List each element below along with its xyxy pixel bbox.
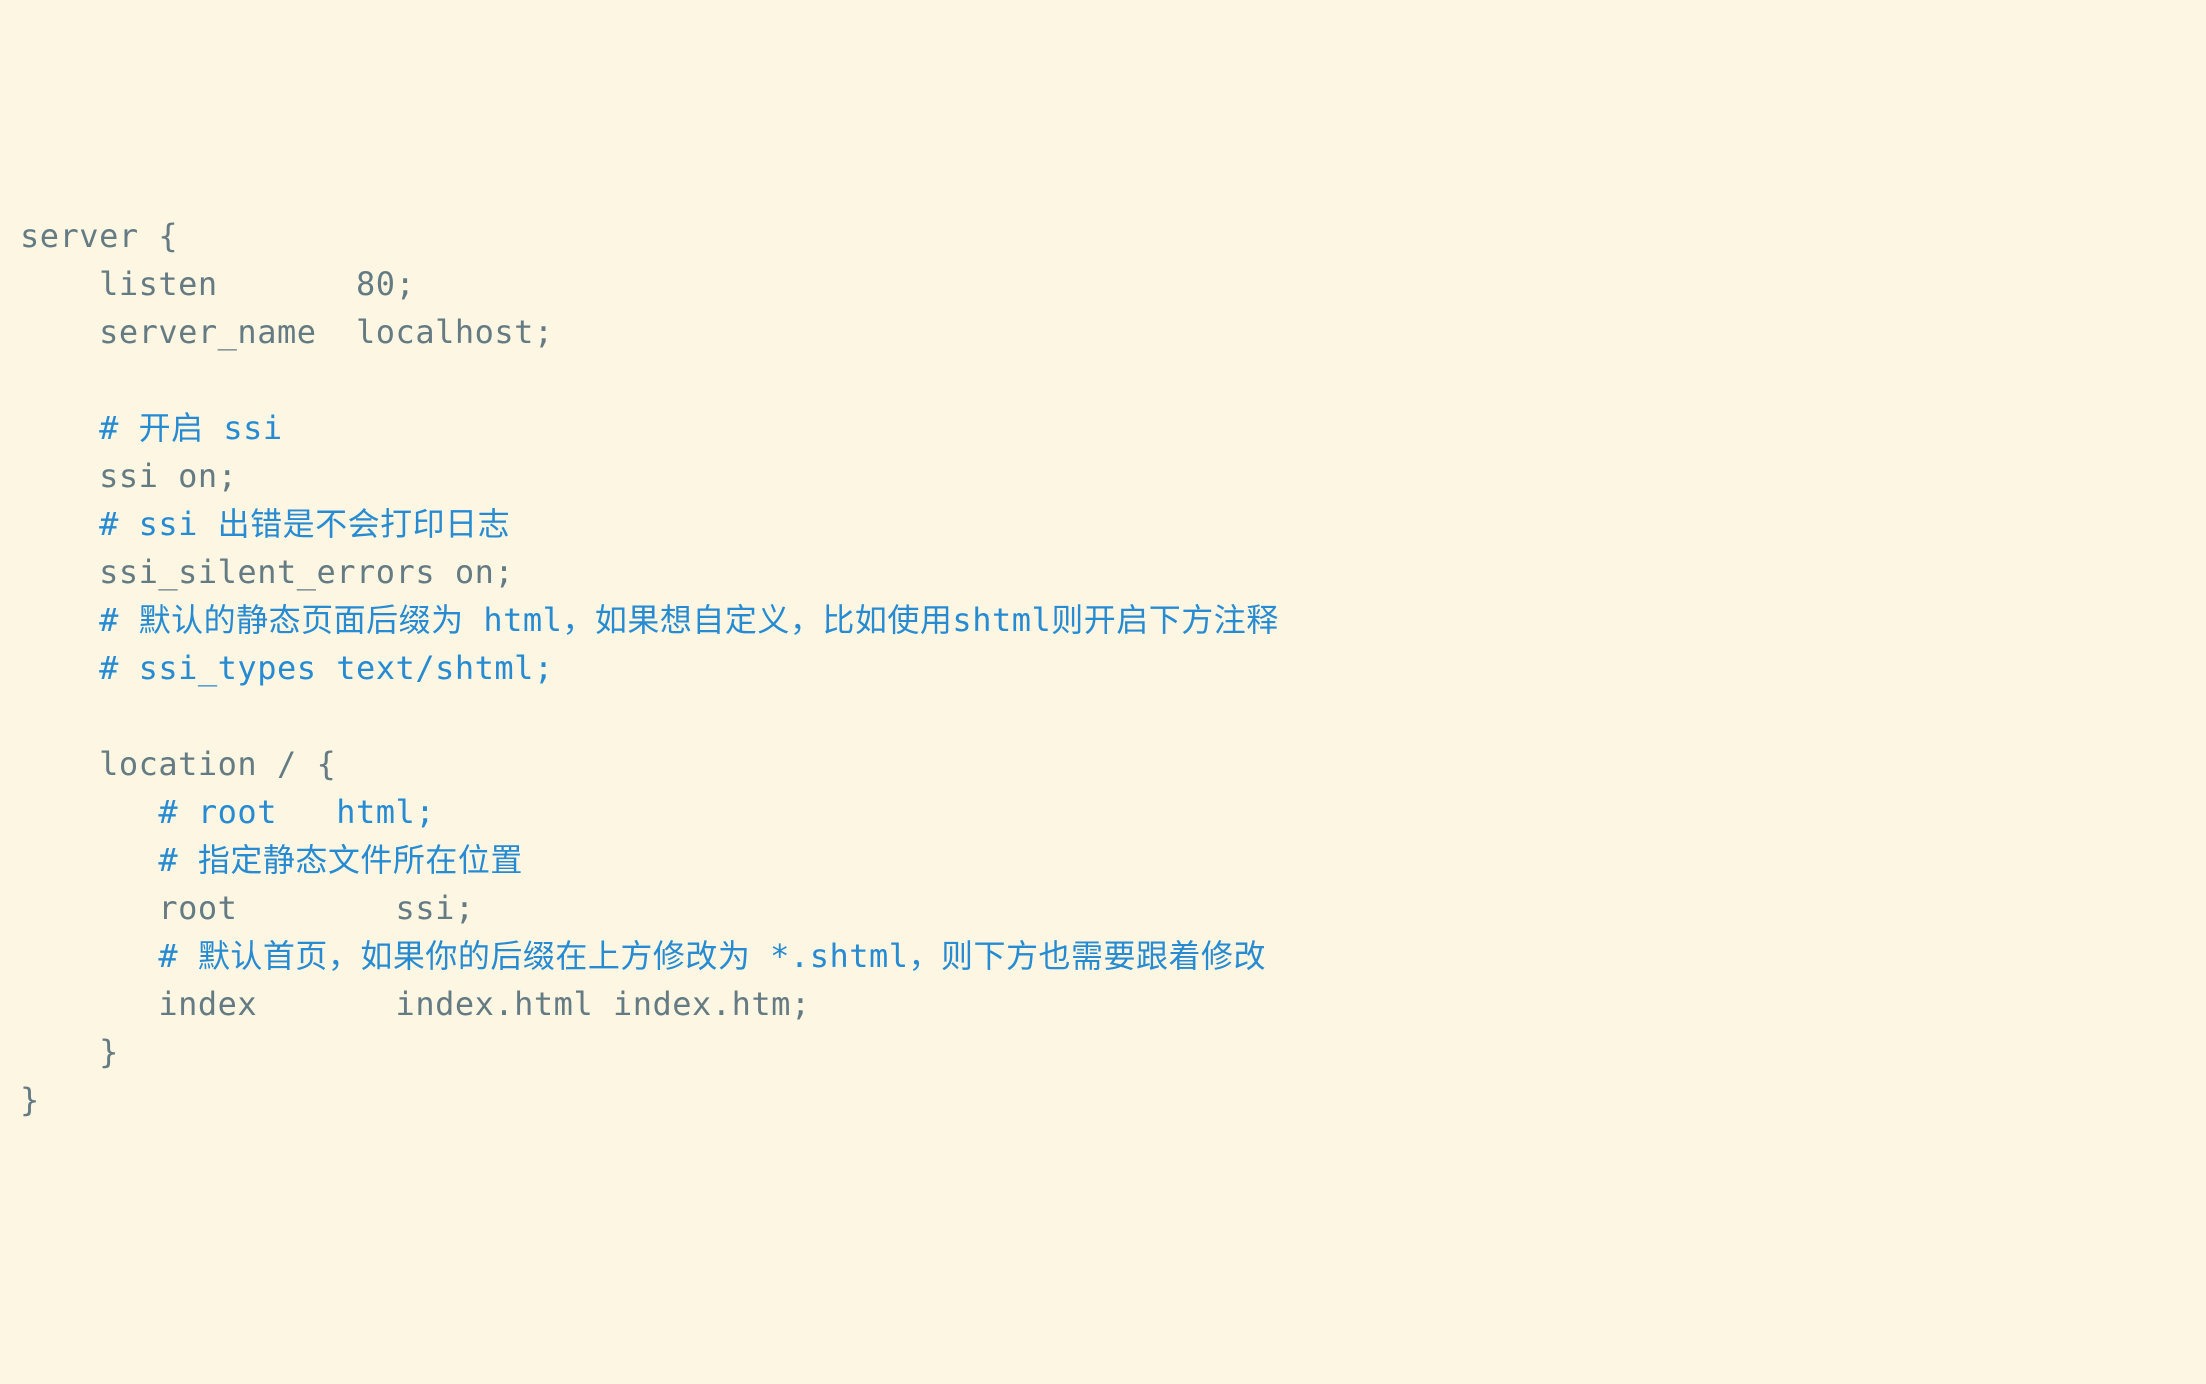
code-text: ssi_silent_errors on;: [20, 553, 514, 591]
code-line: # ssi_types text/shtml;: [20, 644, 2186, 692]
code-line: ssi on;: [20, 452, 2186, 500]
code-line: }: [20, 1076, 2186, 1124]
code-line: server_name localhost;: [20, 308, 2186, 356]
code-text: index index.html index.htm;: [20, 985, 811, 1023]
code-text: [20, 793, 158, 831]
code-text: listen 80;: [20, 265, 415, 303]
code-text: server_name localhost;: [20, 313, 554, 351]
code-line: location / {: [20, 740, 2186, 788]
code-line: ssi_silent_errors on;: [20, 548, 2186, 596]
code-line: # ssi 出错是不会打印日志: [20, 500, 2186, 548]
code-comment: # 指定静态文件所在位置: [158, 841, 523, 879]
code-text: ssi on;: [20, 457, 237, 495]
code-text: [20, 601, 99, 639]
code-text: [20, 505, 99, 543]
code-text: [20, 409, 99, 447]
code-text: root ssi;: [20, 889, 475, 927]
code-line: [20, 356, 2186, 404]
code-text: }: [20, 1033, 119, 1071]
code-comment: # ssi 出错是不会打印日志: [99, 505, 510, 543]
code-comment: # 默认首页，如果你的后缀在上方修改为 *.shtml，则下方也需要跟着修改: [158, 937, 1266, 975]
code-comment: # ssi_types text/shtml;: [99, 649, 554, 687]
code-comment: # 开启 ssi: [99, 409, 283, 447]
code-line: # 开启 ssi: [20, 404, 2186, 452]
code-line: # 默认的静态页面后缀为 html，如果想自定义，比如使用shtml则开启下方注…: [20, 596, 2186, 644]
code-line: # 指定静态文件所在位置: [20, 836, 2186, 884]
code-text: [20, 649, 99, 687]
nginx-config-code-block: server { listen 80; server_name localhos…: [20, 212, 2186, 1124]
code-text: }: [20, 1081, 40, 1119]
code-line: root ssi;: [20, 884, 2186, 932]
code-line: [20, 692, 2186, 740]
code-line: }: [20, 1028, 2186, 1076]
code-line: server {: [20, 212, 2186, 260]
code-text: server {: [20, 217, 178, 255]
code-text: [20, 841, 158, 879]
code-line: # root html;: [20, 788, 2186, 836]
code-line: # 默认首页，如果你的后缀在上方修改为 *.shtml，则下方也需要跟着修改: [20, 932, 2186, 980]
code-text: location / {: [20, 745, 336, 783]
code-line: listen 80;: [20, 260, 2186, 308]
code-comment: # root html;: [158, 793, 435, 831]
code-text: [20, 937, 158, 975]
code-comment: # 默认的静态页面后缀为 html，如果想自定义，比如使用shtml则开启下方注…: [99, 601, 1279, 639]
code-line: index index.html index.htm;: [20, 980, 2186, 1028]
